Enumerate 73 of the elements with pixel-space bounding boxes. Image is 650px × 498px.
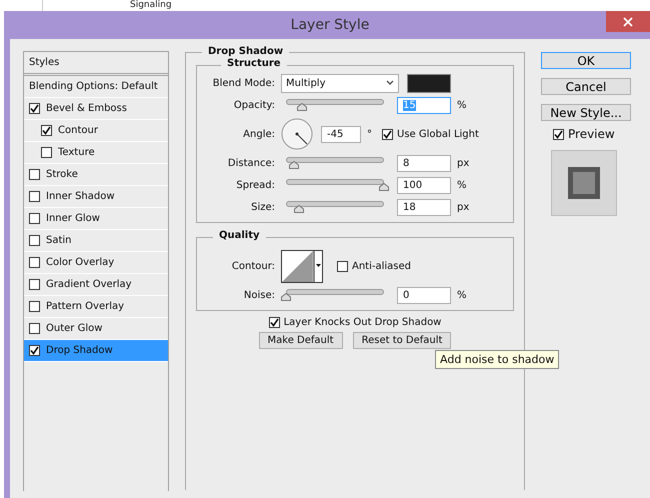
field-label: Contour: xyxy=(230,260,275,272)
tooltip: Add noise to shadow xyxy=(435,350,560,369)
style-item[interactable]: Satin xyxy=(24,230,168,252)
blend-mode-dropdown[interactable]: Multiply xyxy=(281,74,399,92)
style-item[interactable]: Texture xyxy=(24,142,168,164)
slider-thumb[interactable] xyxy=(379,183,389,191)
checkbox[interactable] xyxy=(41,125,52,136)
field-label: Spread: xyxy=(235,180,275,190)
slider-thumb[interactable] xyxy=(281,293,291,301)
style-item[interactable]: Color Overlay xyxy=(24,252,168,274)
checkbox[interactable] xyxy=(29,235,40,246)
style-item[interactable]: Pattern Overlay xyxy=(24,296,168,318)
style-item[interactable]: Inner Glow xyxy=(24,208,168,230)
checkbox[interactable] xyxy=(41,147,52,158)
checkbox-label: Preview xyxy=(568,127,615,141)
unit-label: % xyxy=(457,100,467,110)
dialog-button[interactable]: Cancel xyxy=(541,78,631,95)
style-item[interactable]: Stroke xyxy=(24,164,168,186)
style-item[interactable]: Gradient Overlay xyxy=(24,274,168,296)
style-item[interactable]: Contour xyxy=(24,120,168,142)
unit-label: % xyxy=(457,290,467,300)
dialog-button[interactable]: Reset to Default xyxy=(352,332,452,349)
checkbox[interactable] xyxy=(29,169,40,180)
unit-label: % xyxy=(457,180,467,190)
dialog-button[interactable]: New Style... xyxy=(541,104,631,121)
unit-label: px xyxy=(457,202,470,212)
checkbox-label: Use Global Light xyxy=(397,128,479,140)
checkbox[interactable] xyxy=(268,317,280,328)
value-field[interactable]: 100 xyxy=(397,176,451,194)
field-label: Blend Mode: xyxy=(212,78,275,88)
value-field[interactable]: 18 xyxy=(397,198,451,216)
field-label: Distance: xyxy=(226,158,275,168)
chevron-icon xyxy=(386,80,394,86)
window-title: Layer Style xyxy=(290,17,370,33)
checkbox[interactable] xyxy=(29,301,40,312)
checkbox[interactable] xyxy=(29,191,40,202)
field-label: Opacity: xyxy=(232,100,275,110)
checkbox[interactable] xyxy=(382,128,393,140)
field-label: Noise: xyxy=(242,290,275,300)
checkbox[interactable] xyxy=(29,213,40,224)
dialog-button[interactable]: Make Default xyxy=(258,332,343,349)
close-icon xyxy=(623,16,633,26)
checkbox-label: Anti-aliased xyxy=(352,260,412,272)
style-item[interactable]: Blending Options: Default xyxy=(24,76,168,98)
unit-label: ° xyxy=(367,128,372,140)
field-label: Angle: xyxy=(242,128,275,140)
checkbox[interactable] xyxy=(553,128,564,140)
close-button[interactable] xyxy=(606,11,650,32)
unit-label: px xyxy=(457,158,470,168)
styles-header[interactable]: Styles xyxy=(24,52,168,76)
group-title: Drop Shadow xyxy=(202,46,290,57)
checkbox[interactable] xyxy=(29,103,40,114)
checkbox[interactable] xyxy=(29,345,40,356)
style-item[interactable]: Bevel & Emboss xyxy=(24,98,168,120)
checkbox[interactable] xyxy=(29,257,40,268)
contour-picker[interactable] xyxy=(281,250,323,282)
dialog-button[interactable]: OK xyxy=(541,52,631,69)
color-swatch[interactable] xyxy=(407,74,451,92)
value-field[interactable]: 8 xyxy=(397,154,451,172)
group-title: Structure xyxy=(221,58,287,69)
angle-field[interactable]: -45 xyxy=(321,126,361,142)
style-item[interactable]: Inner Shadow xyxy=(24,186,168,208)
checkbox[interactable] xyxy=(29,323,40,334)
checkbox[interactable] xyxy=(29,279,40,290)
value-field[interactable]: 0 xyxy=(397,286,451,304)
group-title: Quality xyxy=(213,230,266,241)
angle-dial[interactable] xyxy=(281,118,313,150)
style-item[interactable]: Drop Shadow xyxy=(24,340,168,362)
square-icon xyxy=(568,167,600,199)
field-label: Size: xyxy=(250,202,275,212)
checkbox[interactable] xyxy=(337,260,348,272)
background-text: Signaling xyxy=(130,0,172,11)
checkbox-label: Layer Knocks Out Drop Shadow xyxy=(284,317,442,328)
